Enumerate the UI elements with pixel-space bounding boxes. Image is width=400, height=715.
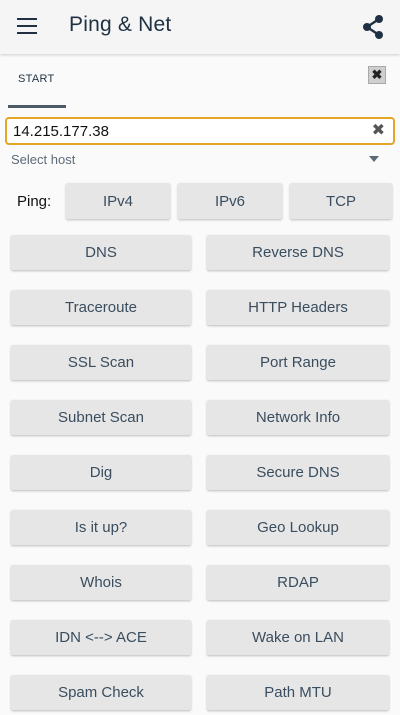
chevron-down-icon [369,156,379,162]
app-bar: Ping & Net [0,0,400,54]
share-icon[interactable] [360,14,386,40]
path-mtu-button[interactable]: Path MTU [207,675,389,710]
spam-check-button[interactable]: Spam Check [11,675,191,710]
dig-button[interactable]: Dig [11,455,191,490]
ping-label: Ping: [17,193,52,210]
ping-ipv6-button[interactable]: IPv6 [178,183,282,219]
close-tab-button[interactable]: ✖ [368,66,386,84]
idn-ace-button[interactable]: IDN <--> ACE [11,620,191,655]
tab-active-indicator [8,105,66,108]
ssl-scan-button[interactable]: SSL Scan [11,345,191,380]
traceroute-button[interactable]: Traceroute [11,290,191,325]
geo-lookup-button[interactable]: Geo Lookup [207,510,389,545]
dns-button[interactable]: DNS [11,235,191,270]
select-host-label: Select host [11,152,76,167]
clear-icon[interactable]: ✖ [372,122,385,140]
subnet-scan-button[interactable]: Subnet Scan [11,400,191,435]
select-host-dropdown[interactable]: Select host [11,150,386,170]
reverse-dns-button[interactable]: Reverse DNS [207,235,389,270]
network-info-button[interactable]: Network Info [207,400,389,435]
ping-tcp-button[interactable]: TCP [290,183,392,219]
wake-on-lan-button[interactable]: Wake on LAN [207,620,389,655]
rdap-button[interactable]: RDAP [207,565,389,600]
tab-start[interactable]: START [8,60,66,108]
port-range-button[interactable]: Port Range [207,345,389,380]
http-headers-button[interactable]: HTTP Headers [207,290,389,325]
secure-dns-button[interactable]: Secure DNS [207,455,389,490]
menu-icon[interactable] [17,18,37,34]
whois-button[interactable]: Whois [11,565,191,600]
ping-ipv4-button[interactable]: IPv4 [66,183,170,219]
tab-start-label: START [18,73,55,85]
is-it-up-button[interactable]: Is it up? [11,510,191,545]
app-title: Ping & Net [69,13,172,36]
host-input-field: ✖ [5,117,395,145]
host-input[interactable] [13,121,353,141]
